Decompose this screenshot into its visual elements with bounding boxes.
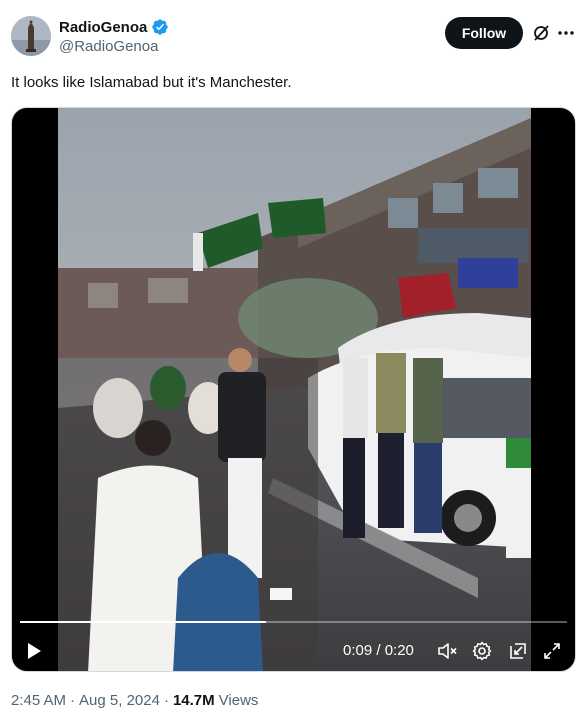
author-display-name[interactable]: RadioGenoa [59,19,147,36]
views-label: Views [218,691,259,709]
mute-icon[interactable] [437,641,457,661]
author-name-row[interactable]: RadioGenoa [59,17,169,37]
follow-button[interactable]: Follow [445,17,523,49]
grok-icon[interactable] [531,23,551,43]
video-time: 0:09 / 0:20 [343,642,414,659]
pip-icon[interactable] [508,641,528,661]
post-time[interactable]: 2:45 AM [11,692,66,709]
post-meta: 2:45 AM · Aug 5, 2024 · 14.7M Views [11,690,258,710]
meta-separator-2: · [163,691,169,709]
post: RadioGenoa @RadioGenoa Follow It looks l… [0,0,581,720]
author-handle[interactable]: @RadioGenoa [59,38,158,55]
play-icon[interactable] [24,641,44,661]
views-count[interactable]: 14.7M [173,692,215,709]
avatar[interactable] [11,16,51,56]
verified-badge-icon [152,19,169,35]
video-controls: 0:09 / 0:20 [12,629,575,671]
more-icon[interactable] [556,23,576,43]
post-date[interactable]: Aug 5, 2024 [79,692,160,709]
fullscreen-icon[interactable] [542,641,562,661]
progress-bar[interactable] [20,621,567,623]
meta-separator: · [70,691,76,709]
settings-icon[interactable] [472,641,492,661]
post-text: It looks like Islamabad but it's Manches… [11,74,292,91]
progress-fill [20,621,267,623]
video-player[interactable]: 0:09 / 0:20 [11,107,576,672]
video-frame[interactable] [58,108,531,671]
